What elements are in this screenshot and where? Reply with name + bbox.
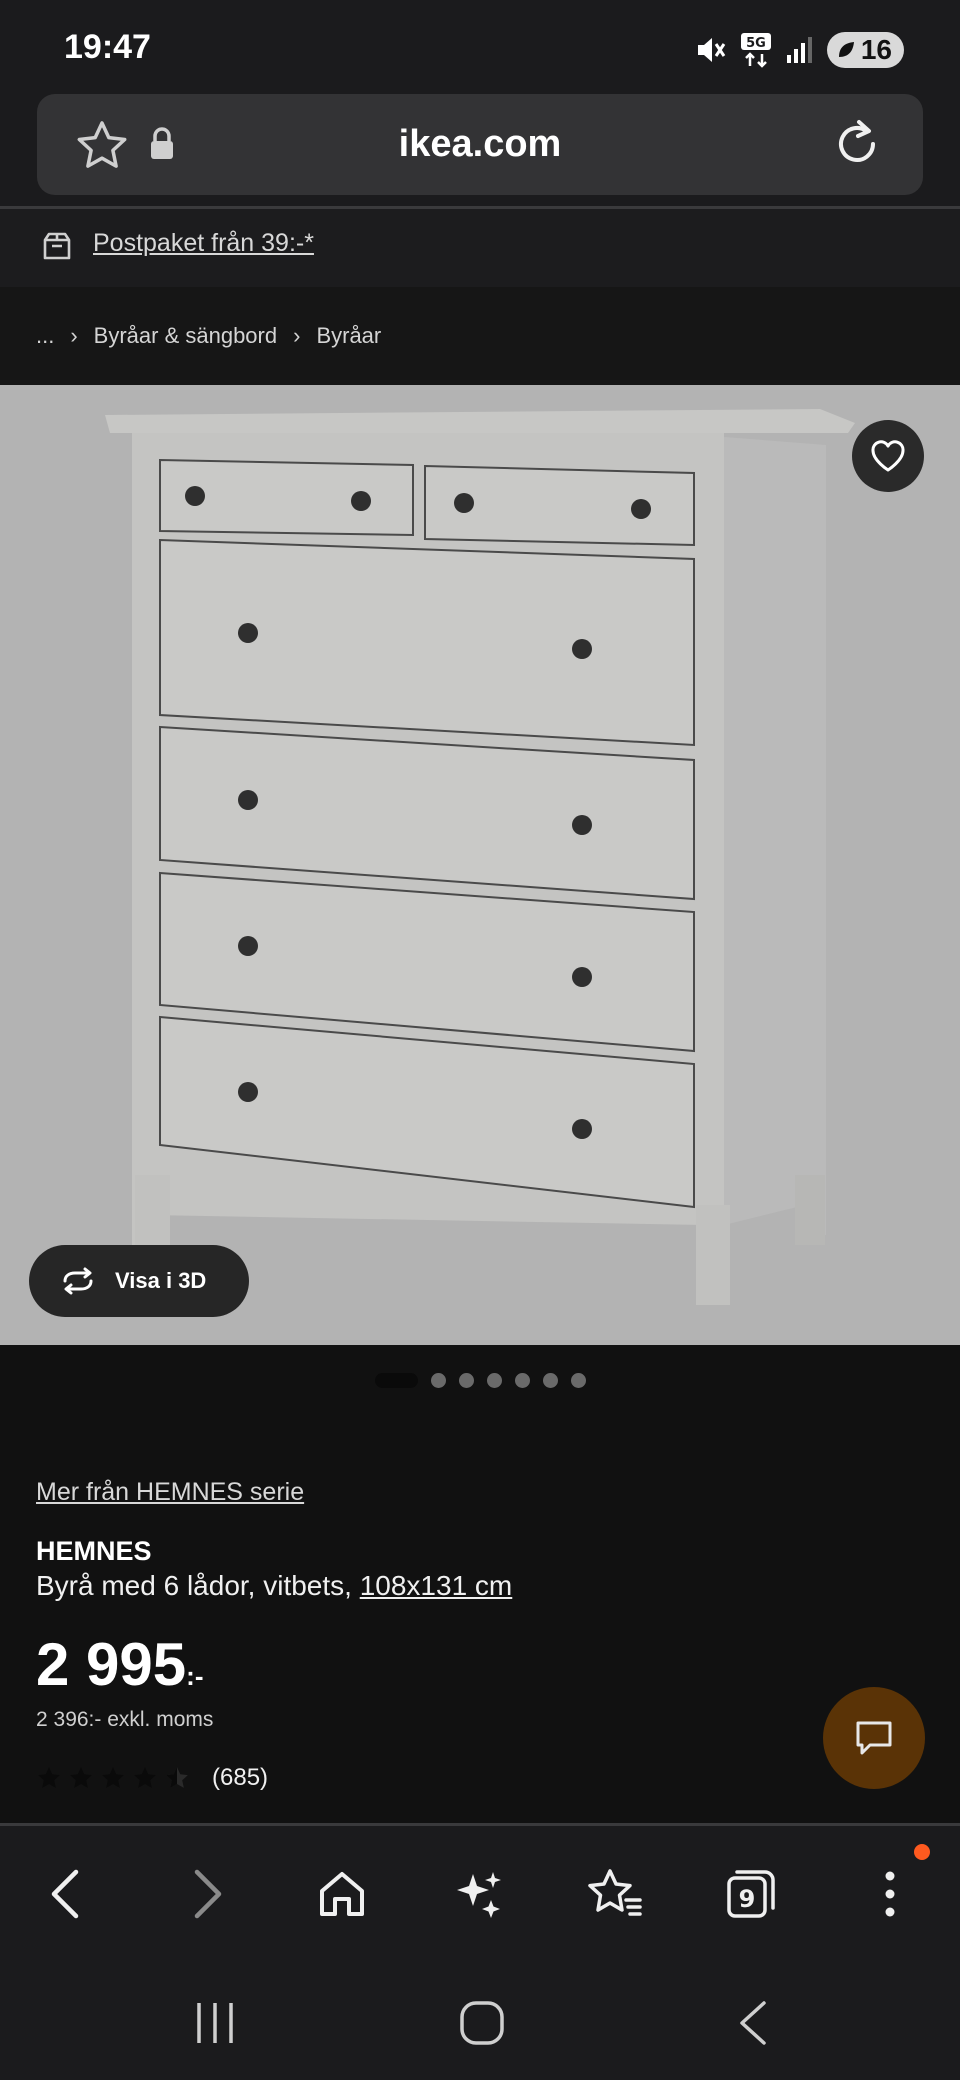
address-bar[interactable]: ikea.com <box>37 94 923 195</box>
signal-icon <box>786 37 812 63</box>
promo-link[interactable]: Postpaket från 39:-* <box>93 229 314 258</box>
battery-indicator: 16 <box>826 32 904 68</box>
system-back-icon <box>740 2001 766 2045</box>
favorite-button[interactable] <box>852 420 924 492</box>
browser-bottom-nav: 9 <box>0 1826 960 1958</box>
carousel-dot[interactable] <box>570 1372 586 1388</box>
breadcrumb: ... › Byråar & sängbord › Byråar <box>0 287 960 385</box>
series-link[interactable]: Mer från HEMNES serie <box>36 1478 304 1507</box>
measurement-link[interactable]: 108x131 cm <box>360 1570 513 1601</box>
home-icon <box>320 1872 364 1916</box>
more-icon <box>885 1871 895 1917</box>
price-suffix: :- <box>186 1661 204 1691</box>
network-5g-icon: 5G <box>740 33 771 68</box>
carousel-indicator <box>0 1370 960 1390</box>
parcel-icon <box>43 232 71 260</box>
tabs-icon: 9 <box>727 1870 775 1918</box>
ai-assistant-button[interactable] <box>439 1854 519 1934</box>
chevron-right-icon: › <box>293 323 301 348</box>
svg-text:5G: 5G <box>746 36 766 51</box>
system-nav-bar <box>0 1958 960 2080</box>
chat-button[interactable] <box>823 1687 925 1789</box>
mute-icon <box>697 38 726 62</box>
status-bar: 19:47 5G 16 <box>0 0 960 94</box>
product-rating[interactable]: (685) <box>36 1764 268 1792</box>
bookmarks-button[interactable] <box>576 1854 656 1934</box>
battery-saver-icon <box>838 42 854 57</box>
product-image[interactable] <box>0 385 960 1345</box>
home-button[interactable] <box>302 1854 382 1934</box>
back-button[interactable] <box>26 1854 106 1934</box>
heart-icon <box>871 440 905 472</box>
breadcrumb-ellipsis[interactable]: ... <box>36 323 54 349</box>
star-icon <box>102 1767 124 1788</box>
forward-button[interactable] <box>167 1854 247 1934</box>
product-description-text: Byrå med 6 lådor, vitbets, <box>36 1570 360 1601</box>
battery-level: 16 <box>860 34 892 65</box>
home-system-button[interactable] <box>447 1988 517 2058</box>
forward-icon <box>194 1869 222 1919</box>
view-in-3d-button[interactable]: Visa i 3D <box>29 1245 249 1317</box>
carousel-dot[interactable] <box>458 1372 474 1388</box>
carousel-dot[interactable] <box>430 1372 446 1388</box>
svg-text:9: 9 <box>739 1885 756 1913</box>
product-price: 2 995:- <box>36 1630 203 1699</box>
promo-banner: Postpaket från 39:-* <box>0 209 960 287</box>
home-circle-icon <box>460 2001 504 2045</box>
reload-icon[interactable] <box>829 116 885 172</box>
tabs-button[interactable]: 9 <box>711 1854 791 1934</box>
half-star-icon <box>166 1767 188 1788</box>
dresser-image <box>0 385 960 1345</box>
status-icons: 5G 16 <box>693 30 904 70</box>
product-name: HEMNES <box>36 1536 152 1566</box>
product-description: Byrå med 6 lådor, vitbets, 108x131 cm <box>36 1570 512 1602</box>
bookmarks-icon <box>588 1869 642 1916</box>
carousel-dot[interactable] <box>374 1372 418 1388</box>
rating-count: (685) <box>212 1764 269 1791</box>
status-time: 19:47 <box>64 28 151 66</box>
star-icon <box>134 1767 156 1788</box>
breadcrumb-item-dressers[interactable]: Byråar <box>316 323 381 349</box>
price-value: 2 995 <box>36 1631 187 1698</box>
star-icon <box>70 1767 92 1788</box>
browser-toolbar: ikea.com <box>0 94 960 206</box>
recent-apps-button[interactable] <box>180 1988 250 2058</box>
ai-sparkle-icon <box>457 1872 501 1918</box>
recent-apps-icon <box>197 2003 233 2043</box>
view-in-3d-label: Visa i 3D <box>115 1268 207 1293</box>
star-icon <box>38 1767 60 1788</box>
carousel-dot[interactable] <box>542 1372 558 1388</box>
carousel-dot[interactable] <box>486 1372 502 1388</box>
rotate-3d-icon <box>63 1267 93 1295</box>
price-excl-vat: 2 396:- exkl. moms <box>36 1708 214 1731</box>
more-menu-button[interactable] <box>850 1854 930 1934</box>
carousel-dot[interactable] <box>514 1372 530 1388</box>
url-text[interactable]: ikea.com <box>37 123 923 166</box>
back-icon <box>51 1869 79 1919</box>
chevron-right-icon: › <box>70 323 78 348</box>
chat-icon <box>856 1721 892 1755</box>
breadcrumb-item-dressers-nightstands[interactable]: Byråar & sängbord <box>94 323 277 349</box>
system-back-button[interactable] <box>718 1988 788 2058</box>
notification-dot <box>914 1844 930 1860</box>
